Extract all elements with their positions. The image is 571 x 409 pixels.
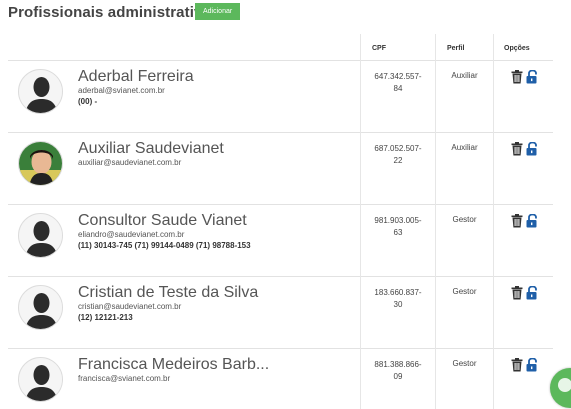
default-avatar-icon <box>18 69 63 114</box>
cpf-cell: 687.052.507- 22 <box>360 133 435 205</box>
column-header-cpf[interactable]: CPF <box>360 34 435 61</box>
unlock-icon[interactable] <box>526 213 538 228</box>
trash-icon[interactable] <box>511 142 523 156</box>
add-button[interactable]: Adicionar <box>195 3 241 20</box>
table-body: Aderbal Ferreira aderbal@svianet.com.br … <box>8 61 553 409</box>
cpf-cell: 183.660.837- 30 <box>360 277 435 349</box>
user-email: aderbal@svianet.com.br <box>78 86 165 95</box>
cpf-value-line1: 687.052.507- <box>374 144 422 153</box>
cpf-cell: 647.342.557- 84 <box>360 61 435 133</box>
user-info: Cristian de Teste da Silva cristian@saud… <box>78 284 358 323</box>
trash-icon[interactable] <box>511 358 523 372</box>
cpf-value-line2: 30 <box>393 300 403 309</box>
user-phone: (00) - <box>78 97 98 106</box>
table-row[interactable]: Auxiliar Saudevianet auxiliar@saudeviane… <box>8 133 553 205</box>
options-cell <box>493 61 553 133</box>
photo-avatar <box>18 141 63 186</box>
user-name[interactable]: Cristian de Teste da Silva <box>78 284 358 302</box>
page-header: Profissionais administrativos <box>8 0 220 24</box>
user-info: Consultor Saude Vianet eliandro@saudevia… <box>78 212 358 251</box>
cpf-value-line2: 09 <box>393 372 403 381</box>
user-cell: Auxiliar Saudevianet auxiliar@saudeviane… <box>8 133 360 205</box>
perfil-cell: Auxiliar <box>435 61 493 133</box>
user-cell: Aderbal Ferreira aderbal@svianet.com.br … <box>8 61 360 133</box>
cpf-value-line1: 647.342.557- <box>374 72 422 81</box>
user-cell: Cristian de Teste da Silva cristian@saud… <box>8 277 360 349</box>
user-email: cristian@saudevianet.com.br <box>78 302 182 311</box>
options-cell <box>493 205 553 277</box>
cpf-value-line1: 981.903.005- <box>374 216 422 225</box>
unlock-icon[interactable] <box>526 357 538 372</box>
perfil-cell: Gestor <box>435 349 493 409</box>
user-name[interactable]: Francisca Medeiros Barb... <box>78 356 358 374</box>
cpf-cell: 981.903.005- 63 <box>360 205 435 277</box>
user-info: Auxiliar Saudevianet auxiliar@saudeviane… <box>78 140 358 168</box>
user-phone: (12) 12121-213 <box>78 313 133 322</box>
user-email: eliandro@saudevianet.com.br <box>78 230 185 239</box>
trash-icon[interactable] <box>511 214 523 228</box>
table-row[interactable]: Cristian de Teste da Silva cristian@saud… <box>8 277 553 349</box>
cpf-cell: 881.388.866- 09 <box>360 349 435 409</box>
cpf-value-line2: 84 <box>393 84 403 93</box>
user-info: Aderbal Ferreira aderbal@svianet.com.br … <box>78 68 358 107</box>
table-row[interactable]: Aderbal Ferreira aderbal@svianet.com.br … <box>8 61 553 133</box>
cpf-value-line1: 881.388.866- <box>374 360 422 369</box>
perfil-cell: Gestor <box>435 205 493 277</box>
user-email: francisca@svianet.com.br <box>78 374 171 383</box>
table-row[interactable]: Consultor Saude Vianet eliandro@saudevia… <box>8 205 553 277</box>
professionals-table: CPF Perfil Opções Aderbal Ferreira aderb… <box>8 34 553 409</box>
chat-icon[interactable] <box>550 368 571 408</box>
table-row[interactable]: Francisca Medeiros Barb... francisca@svi… <box>8 349 553 409</box>
unlock-icon[interactable] <box>526 285 538 300</box>
perfil-cell: Auxiliar <box>435 133 493 205</box>
user-name[interactable]: Auxiliar Saudevianet <box>78 140 358 158</box>
user-cell: Consultor Saude Vianet eliandro@saudevia… <box>8 205 360 277</box>
user-info: Francisca Medeiros Barb... francisca@svi… <box>78 356 358 384</box>
user-name[interactable]: Consultor Saude Vianet <box>78 212 358 230</box>
default-avatar-icon <box>18 285 63 330</box>
user-cell: Francisca Medeiros Barb... francisca@svi… <box>8 349 360 409</box>
cpf-value-line1: 183.660.837- <box>374 288 422 297</box>
perfil-cell: Gestor <box>435 277 493 349</box>
page-title: Profissionais administrativos <box>8 3 221 21</box>
user-phone: (11) 30143-745 (71) 99144-0489 (71) 9878… <box>78 241 251 250</box>
options-cell <box>493 133 553 205</box>
table-header: CPF Perfil Opções <box>8 34 553 61</box>
trash-icon[interactable] <box>511 70 523 84</box>
column-header-opcoes: Opções <box>493 34 553 61</box>
column-header-perfil[interactable]: Perfil <box>435 34 493 61</box>
unlock-icon[interactable] <box>526 69 538 84</box>
options-cell <box>493 349 553 409</box>
options-cell <box>493 277 553 349</box>
trash-icon[interactable] <box>511 286 523 300</box>
cpf-value-line2: 22 <box>393 156 403 165</box>
default-avatar-icon <box>18 213 63 258</box>
cpf-value-line2: 63 <box>393 228 403 237</box>
user-name[interactable]: Aderbal Ferreira <box>78 68 358 86</box>
user-email: auxiliar@saudevianet.com.br <box>78 158 182 167</box>
default-avatar-icon <box>18 357 63 402</box>
unlock-icon[interactable] <box>526 141 538 156</box>
